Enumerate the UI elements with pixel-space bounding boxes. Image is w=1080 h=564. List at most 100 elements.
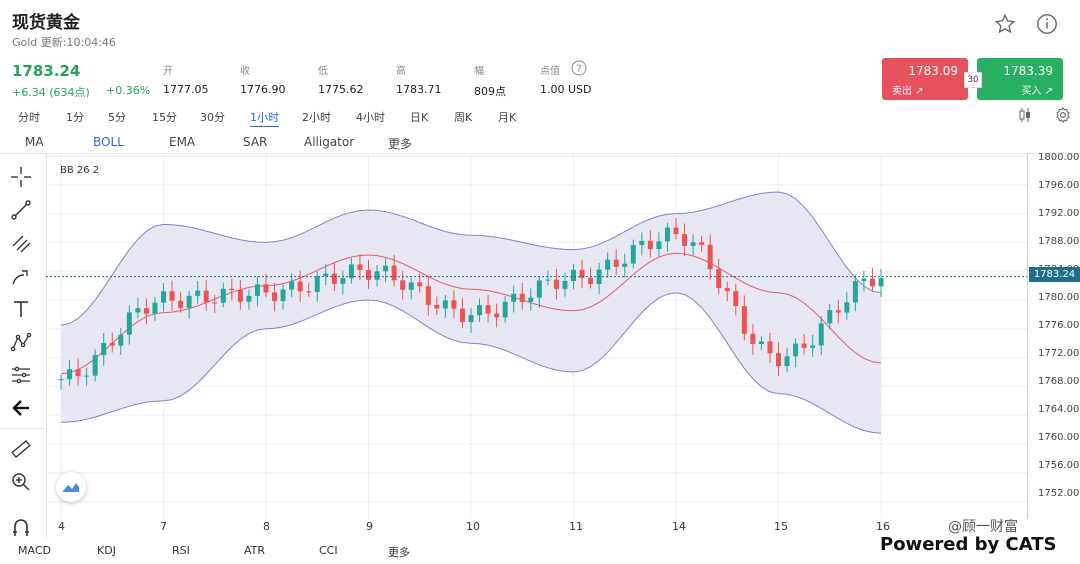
tradingview-logo-icon[interactable] (56, 472, 86, 502)
candle-body (707, 244, 713, 270)
y-tick: 1796.00 (1038, 180, 1080, 191)
ruler-icon[interactable] (8, 436, 34, 462)
candle-body (135, 308, 141, 313)
tf-30m[interactable]: 30分 (200, 109, 225, 125)
x-tick: 8 (263, 520, 270, 533)
indicator-kdj[interactable]: KDJ (97, 544, 116, 557)
tf-week[interactable]: 周K (454, 109, 472, 125)
candle-body (272, 292, 278, 302)
candle-body (733, 291, 739, 307)
indicator-atr[interactable]: ATR (244, 544, 265, 557)
x-tick: 10 (466, 520, 480, 533)
tf-4h[interactable]: 4小时 (356, 109, 385, 125)
indicator-rsi[interactable]: RSI (172, 544, 190, 557)
indicator-cci[interactable]: CCI (319, 544, 338, 557)
zoom-in-icon[interactable] (8, 469, 34, 495)
candle-body (246, 295, 252, 302)
candle-body (58, 379, 64, 381)
candle-body (323, 273, 329, 277)
measure-lines-icon[interactable] (8, 362, 34, 388)
indicator-more-bottom[interactable]: 更多 (388, 544, 410, 560)
star-icon[interactable] (992, 11, 1018, 37)
indicator-ma[interactable]: MA (25, 135, 44, 149)
x-tick: 11 (569, 520, 583, 533)
sell-label: 卖出 ↗ (892, 86, 924, 97)
help-icon[interactable]: ? (571, 60, 587, 80)
y-tick: 1772.00 (1038, 348, 1080, 359)
candle-body (152, 302, 158, 314)
candle-body (861, 278, 867, 282)
tf-5m[interactable]: 5分 (108, 109, 126, 125)
indicator-macd[interactable]: MACD (18, 544, 51, 557)
price-change-pct: +0.36% (106, 84, 151, 97)
stat-range-label: 幅 (474, 66, 484, 77)
info-icon[interactable] (1034, 11, 1060, 37)
candle-body (528, 297, 534, 302)
candle-body (366, 269, 371, 280)
y-tick: 1764.00 (1038, 404, 1080, 415)
candle-body (357, 264, 363, 270)
candle-body (827, 310, 833, 324)
stat-open-value: 1777.05 (163, 83, 209, 96)
candle-body (562, 280, 568, 289)
crosshair-icon[interactable] (8, 164, 34, 190)
stat-range-value: 809点 (474, 85, 506, 98)
sell-button[interactable]: 1783.09 卖出 ↗ (882, 58, 968, 100)
indicator-alligator[interactable]: Alligator (304, 135, 354, 149)
tf-day[interactable]: 日K (410, 109, 428, 125)
candle-body (220, 288, 226, 303)
tool-separator (0, 428, 46, 429)
indicator-sar[interactable]: SAR (243, 135, 267, 149)
stat-close-label: 收 (240, 66, 250, 77)
tf-1m[interactable]: 1分 (66, 109, 84, 125)
tf-tick[interactable]: 分时 (18, 109, 40, 125)
candle-body (459, 308, 465, 323)
candle-body (434, 304, 440, 309)
tf-2h[interactable]: 2小时 (302, 109, 331, 125)
indicator-more[interactable]: 更多 (388, 135, 412, 152)
brush-icon[interactable] (8, 263, 34, 289)
candle-body (109, 342, 115, 346)
candle-body (374, 271, 380, 280)
candle-body (664, 227, 670, 242)
magnet-icon[interactable] (8, 514, 34, 540)
settings-icon[interactable] (1054, 106, 1072, 128)
candle-body (178, 300, 184, 308)
y-tick: 1776.00 (1038, 320, 1080, 331)
candle-body (161, 291, 166, 303)
x-tick: 9 (366, 520, 373, 533)
indicator-ema[interactable]: EMA (169, 135, 195, 149)
candle-body (647, 240, 653, 250)
candle-body (750, 333, 756, 345)
tf-15m[interactable]: 15分 (152, 109, 177, 125)
x-tick: 16 (876, 520, 890, 533)
price-chart[interactable] (46, 154, 1080, 519)
candle-body (588, 277, 594, 285)
x-tick: 15 (774, 520, 788, 533)
indicator-boll[interactable]: BOLL (93, 135, 124, 149)
fib-lines-icon[interactable] (8, 230, 34, 256)
candle-body (613, 259, 619, 267)
buy-button[interactable]: 1783.39 买入 ↗ (977, 58, 1063, 100)
svg-text:?: ? (576, 64, 581, 75)
candle-body (118, 334, 124, 346)
candle-type-icon[interactable] (1016, 106, 1034, 128)
candle-body (340, 278, 346, 284)
candle-body (383, 265, 389, 272)
tf-month[interactable]: 月K (498, 109, 516, 125)
powered-by: Powered by CATS (880, 534, 1057, 555)
back-arrow-icon[interactable] (8, 395, 34, 421)
stat-close-value: 1776.90 (240, 83, 286, 96)
candle-body (348, 264, 354, 279)
candle-body (767, 341, 773, 354)
candle-body (289, 281, 295, 290)
text-tool-icon[interactable] (8, 296, 34, 322)
candle-body (67, 369, 73, 380)
candle-body (818, 323, 824, 346)
candle-body (536, 280, 542, 298)
tf-1h[interactable]: 1小时 (250, 109, 279, 127)
trend-line-icon[interactable] (8, 197, 34, 223)
stat-high-label: 高 (396, 66, 406, 77)
candle-body (143, 308, 149, 314)
pattern-icon[interactable] (8, 329, 34, 355)
